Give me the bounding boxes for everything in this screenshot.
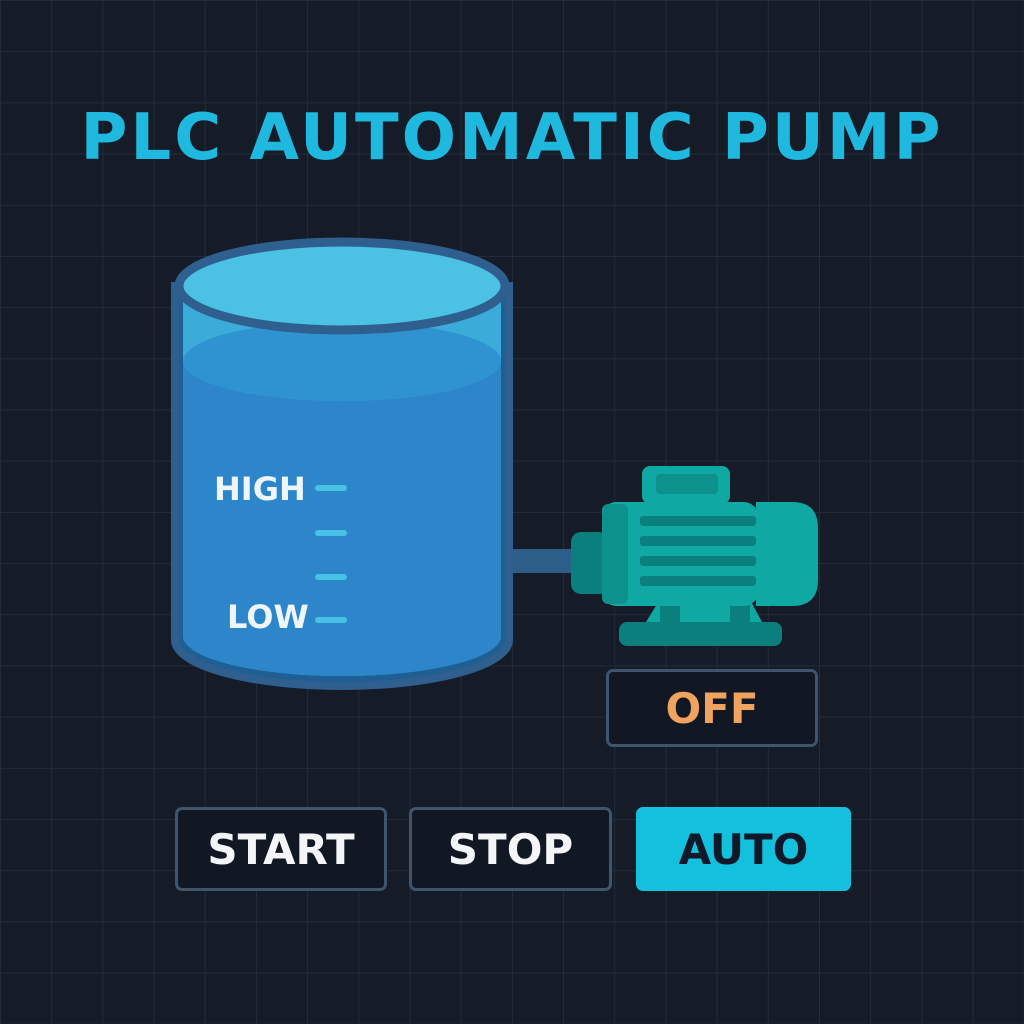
tick-low — [315, 617, 347, 623]
tank-top — [174, 237, 510, 335]
tick-mid-upper — [315, 530, 347, 536]
tick-mid-lower — [315, 574, 347, 580]
pump-status-indicator: OFF — [606, 669, 818, 747]
start-button-label: START — [207, 824, 355, 874]
start-button[interactable]: START — [175, 807, 387, 891]
tank-high-label: HIGH — [214, 470, 306, 508]
stop-button-label: STOP — [447, 824, 574, 874]
pipe — [505, 549, 580, 573]
tank-low-label: LOW — [227, 598, 309, 636]
stop-button[interactable]: STOP — [409, 807, 612, 891]
pump-status-text: OFF — [665, 683, 759, 733]
tick-high — [315, 485, 347, 491]
electric-pump-motor-icon — [571, 466, 818, 646]
auto-button[interactable]: AUTO — [636, 807, 851, 891]
auto-button-label: AUTO — [678, 824, 809, 874]
